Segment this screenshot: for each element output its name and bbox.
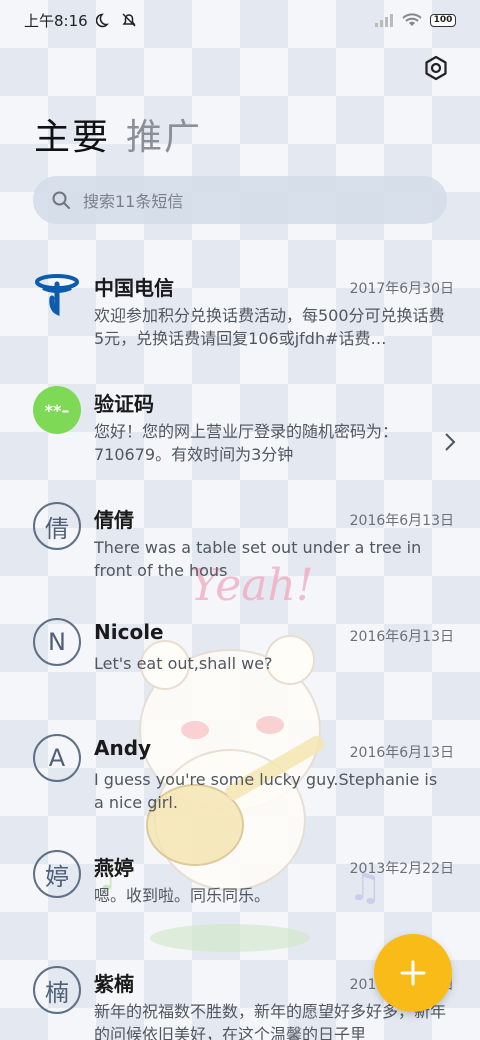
mute-bell-icon <box>122 13 136 27</box>
message-preview: There was a table set out under a tree i… <box>94 538 422 580</box>
message-date: 2016年6月13日 <box>349 513 454 529</box>
contact-name: 验证码 <box>94 392 154 416</box>
message-preview: 您好！您的网上营业厅登录的随机密码为：710679。有效时间为3分钟 <box>94 422 399 464</box>
conversation-row[interactable]: 中国电信 2017年6月30日 欢迎参加积分兑换话费活动，每500分可兑换话费5… <box>0 258 480 374</box>
conversation-row[interactable]: 倩 倩倩 2016年6月13日 There was a table set ou… <box>0 490 480 606</box>
message-date: 2016年6月13日 <box>349 629 454 645</box>
conversation-list: 中国电信 2017年6月30日 欢迎参加积分兑换话费活动，每500分可兑换话费5… <box>0 258 480 1040</box>
conversation-row[interactable]: N Nicole 2016年6月13日 Let's eat out,shall … <box>0 606 480 722</box>
compose-button[interactable] <box>374 934 452 1012</box>
tab-promotions[interactable]: 推广 <box>126 108 202 160</box>
search-placeholder: 搜索11条短信 <box>83 192 184 211</box>
status-bar: 上午8:16 100 <box>0 0 480 40</box>
message-preview: Let's eat out,shall we? <box>94 654 273 673</box>
message-date: 2013年2月22日 <box>349 861 454 877</box>
china-telecom-logo-icon <box>33 270 81 318</box>
gear-icon <box>425 55 447 81</box>
status-left: 上午8:16 <box>24 10 138 31</box>
contact-name: 中国电信 <box>94 276 174 300</box>
settings-button[interactable] <box>420 52 452 84</box>
message-preview: 嗯。收到啦。同乐同乐。 <box>94 886 271 905</box>
message-preview: 欢迎参加积分兑换话费活动，每500分可兑换话费5元，兑换话费请回复106或jfd… <box>94 306 445 348</box>
contact-name: 燕婷 <box>94 856 134 880</box>
message-date: 2017年6月30日 <box>349 281 454 297</box>
contact-avatar: N <box>33 618 81 666</box>
contact-name: 紫楠 <box>94 972 134 996</box>
contact-name: Nicole <box>94 620 164 644</box>
message-date: 2016年6月13日 <box>349 745 454 761</box>
contact-name: Andy <box>94 736 152 760</box>
status-time: 上午8:16 <box>24 11 88 30</box>
otp-avatar: **– <box>33 386 81 434</box>
conversation-row[interactable]: **– 验证码 您好！您的网上营业厅登录的随机密码为：710679。有效时间为3… <box>0 374 480 490</box>
contact-avatar: 楠 <box>33 966 81 1014</box>
status-right: 100 <box>374 13 456 27</box>
search-icon <box>52 191 70 209</box>
wifi-icon <box>402 13 422 26</box>
tab-bar: 主要 推广 <box>34 108 202 160</box>
battery-indicator: 100 <box>430 13 456 27</box>
signal-icon <box>375 14 393 27</box>
contact-avatar: A <box>33 734 81 782</box>
contact-avatar: 倩 <box>33 502 81 550</box>
contact-name: 倩倩 <box>94 508 134 532</box>
chevron-right-icon[interactable] <box>444 432 456 452</box>
contact-avatar: 婷 <box>33 850 81 898</box>
tab-primary[interactable]: 主要 <box>34 108 110 160</box>
search-bar[interactable]: 搜索11条短信 <box>33 176 447 224</box>
conversation-row[interactable]: A Andy 2016年6月13日 I guess you're some lu… <box>0 722 480 838</box>
moon-icon <box>95 13 109 28</box>
plus-icon <box>400 960 426 986</box>
message-preview: I guess you're some lucky guy.Stephanie … <box>94 770 438 812</box>
